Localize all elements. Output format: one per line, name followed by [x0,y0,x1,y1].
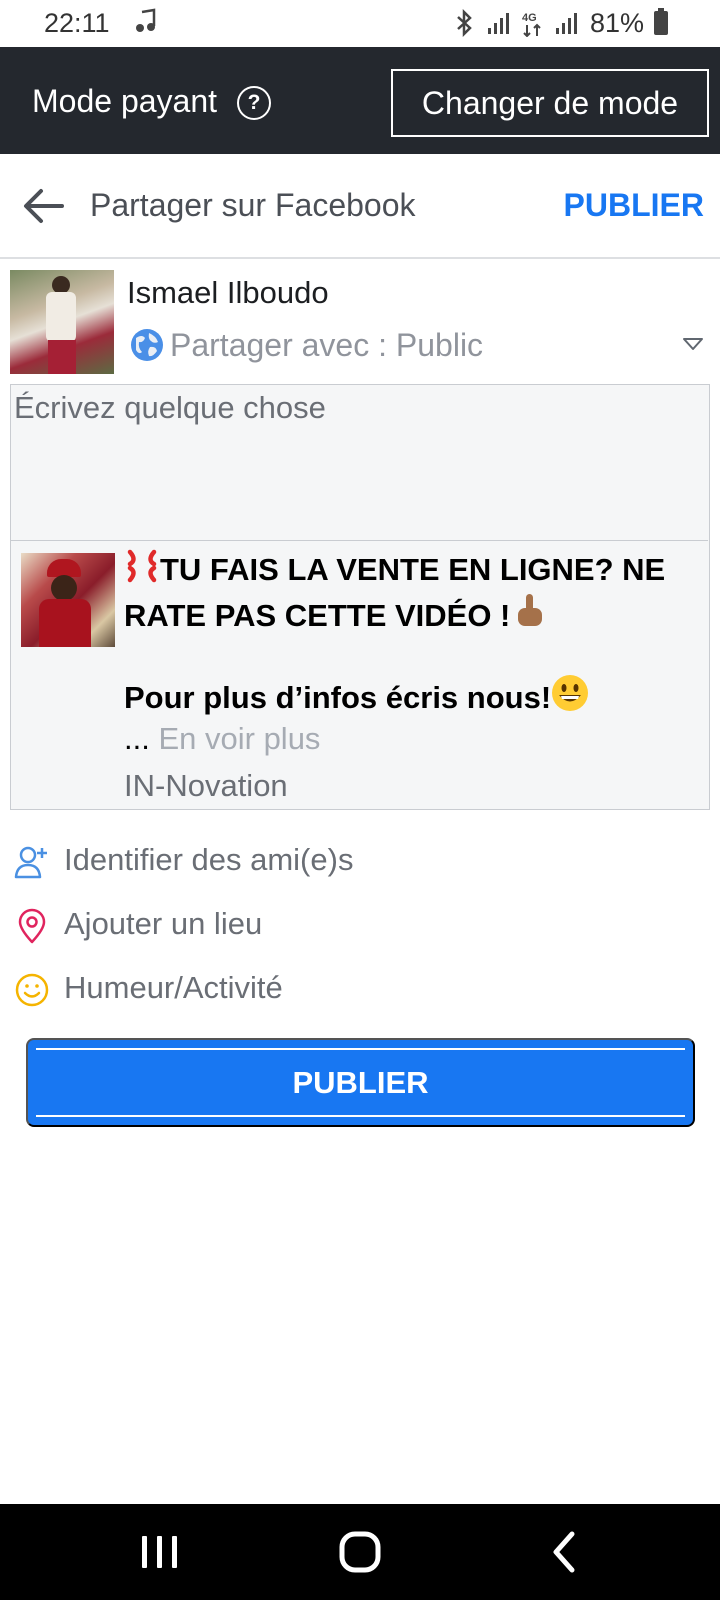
help-icon[interactable]: ? [237,86,271,120]
music-note-icon [136,8,156,32]
shared-post-thumbnail [21,553,115,647]
tag-friends-label: Identifier des ami(e)s [64,842,354,877]
see-more-row: ... En voir plus [124,721,321,756]
mode-label: Mode payant [32,83,218,119]
back-nav-icon[interactable] [536,1526,596,1578]
signal-icon [487,13,509,34]
add-location-action[interactable]: Ajouter un lieu [0,896,720,956]
shared-post-preview: TU FAIS LA VENTE EN LIGNE? NE RATE PAS C… [11,541,708,808]
composer: Écrivez quelque chose TU FAIS LA VENTE E… [10,384,710,810]
add-friend-icon [14,846,47,879]
anger-symbol-icon [127,549,157,583]
home-icon[interactable] [330,1526,390,1578]
header: Partager sur Facebook PUBLIER [0,154,720,259]
shared-post-headline: TU FAIS LA VENTE EN LIGNE? NE RATE PAS C… [124,547,704,638]
signal-icon-2 [555,13,577,34]
grinning-face-icon [552,675,589,711]
location-pin-icon [18,908,46,944]
pointing-up-icon [518,594,543,626]
avatar [10,270,114,374]
add-location-label: Ajouter un lieu [64,906,263,941]
post-text-input[interactable]: Écrivez quelque chose [11,385,708,541]
4g-icon: 4G [522,12,541,37]
tag-friends-action[interactable]: Identifier des ami(e)s [0,832,720,892]
chevron-down-icon[interactable] [682,336,704,352]
page-title: Partager sur Facebook [90,187,416,223]
publish-button[interactable]: PUBLIER [26,1038,695,1127]
privacy-selector[interactable]: Partager avec : Public [170,327,483,364]
bluetooth-icon [457,9,472,37]
back-arrow-icon[interactable] [22,186,66,226]
status-bar: 22:11 4G 81% [0,0,720,47]
system-nav-bar [0,1504,720,1600]
shared-post-line2: Pour plus d’infos écris nous! [124,674,704,716]
see-more-link[interactable]: En voir plus [158,721,320,756]
author-name: Ismael Ilboudo [127,275,329,310]
feeling-activity-action[interactable]: Humeur/Activité [0,960,720,1020]
recent-apps-icon[interactable] [130,1526,190,1578]
header-publish-button[interactable]: PUBLIER [564,187,704,224]
battery-icon [654,8,668,35]
shared-post-source: IN-Novation [124,768,288,803]
change-mode-button[interactable]: Changer de mode [391,69,709,137]
globe-icon [131,329,163,361]
status-indicators: 4G 81% [454,8,668,38]
svg-text:4G: 4G [522,12,537,24]
feeling-activity-label: Humeur/Activité [64,970,283,1005]
battery-percent: 81% [589,7,644,38]
status-time: 22:11 [44,8,110,38]
smiley-icon [15,973,49,1007]
